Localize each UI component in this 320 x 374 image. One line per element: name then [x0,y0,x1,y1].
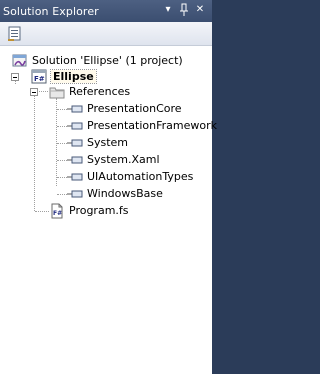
reference-item[interactable]: PresentationCore [67,100,212,117]
panel-title: Solution Explorer [3,5,99,18]
reference-label: System.Xaml [87,153,160,166]
reference-item[interactable]: System.Xaml [67,151,212,168]
reference-label: PresentationCore [87,102,182,115]
title-bar: Solution Explorer ▾ ✕ [0,0,212,22]
toolbar [0,22,212,46]
file-label: Program.fs [69,204,129,217]
svg-text:F#: F# [53,210,62,217]
reference-icon [67,169,83,185]
reference-item[interactable]: PresentationFramework [67,117,217,134]
reference-item[interactable]: WindowsBase [67,185,212,202]
reference-icon [67,118,83,134]
reference-label: WindowsBase [87,187,163,200]
dropdown-icon[interactable]: ▾ [161,3,175,17]
reference-icon [67,186,83,202]
properties-icon[interactable] [7,26,23,42]
solution-icon [12,53,28,69]
project-label: Ellipse [50,69,97,84]
reference-icon [67,135,83,151]
solution-label: Solution 'Ellipse' (1 project) [32,54,183,67]
project-collapse-toggle[interactable] [11,73,19,81]
solution-tree: Solution 'Ellipse' (1 project) F# Ellips… [0,46,217,374]
references-label: References [69,85,131,98]
svg-text:F#: F# [34,75,45,83]
reference-icon [67,152,83,168]
reference-label: PresentationFramework [87,119,217,132]
pin-icon[interactable] [177,3,191,17]
solution-node[interactable]: Solution 'Ellipse' (1 project) [12,52,212,69]
close-icon[interactable]: ✕ [193,3,207,17]
reference-item[interactable]: UIAutomationTypes [67,168,212,185]
reference-label: System [87,136,129,149]
fsharp-project-icon: F# [31,69,47,85]
fsharp-file-icon: F# [49,203,65,219]
folder-icon [49,84,65,100]
file-node[interactable]: F# Program.fs [49,202,169,219]
references-collapse-toggle[interactable] [30,88,38,96]
references-node[interactable]: References [49,83,169,100]
reference-label: UIAutomationTypes [87,170,194,183]
reference-icon [67,101,83,117]
reference-item[interactable]: System [67,134,212,151]
